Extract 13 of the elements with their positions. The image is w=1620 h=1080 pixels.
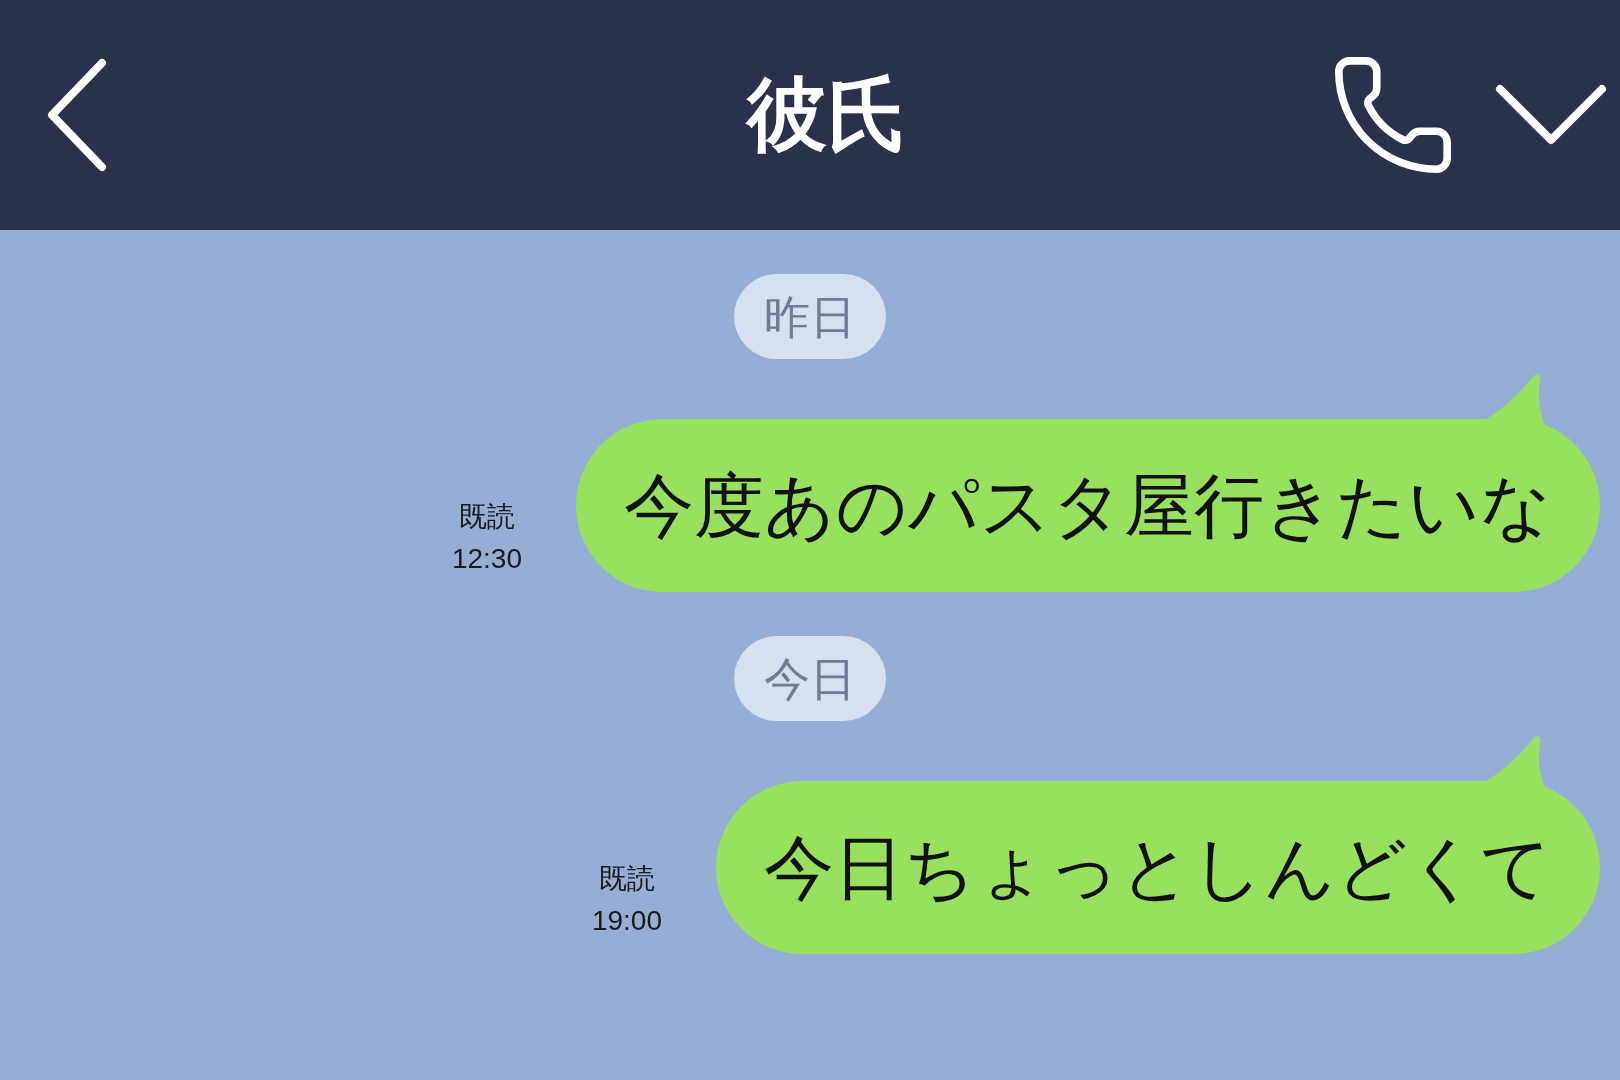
message-time: 19:00 bbox=[591, 904, 662, 938]
expand-button[interactable] bbox=[1495, 83, 1607, 147]
read-status: 既読 bbox=[598, 862, 655, 896]
back-button[interactable] bbox=[46, 58, 108, 172]
message-bubble: 今日ちょっとしんどくて bbox=[716, 781, 1600, 954]
chat-title: 彼氏 bbox=[746, 75, 907, 155]
read-status: 既読 bbox=[458, 500, 515, 534]
date-separator: 昨日 bbox=[734, 274, 886, 359]
chevron-down-icon bbox=[1495, 83, 1607, 147]
date-separator: 今日 bbox=[734, 636, 886, 721]
message-bubble: 今度あのパスタ屋行きたいな bbox=[576, 419, 1600, 592]
message-time: 12:30 bbox=[451, 542, 522, 576]
chevron-left-icon bbox=[46, 58, 108, 172]
